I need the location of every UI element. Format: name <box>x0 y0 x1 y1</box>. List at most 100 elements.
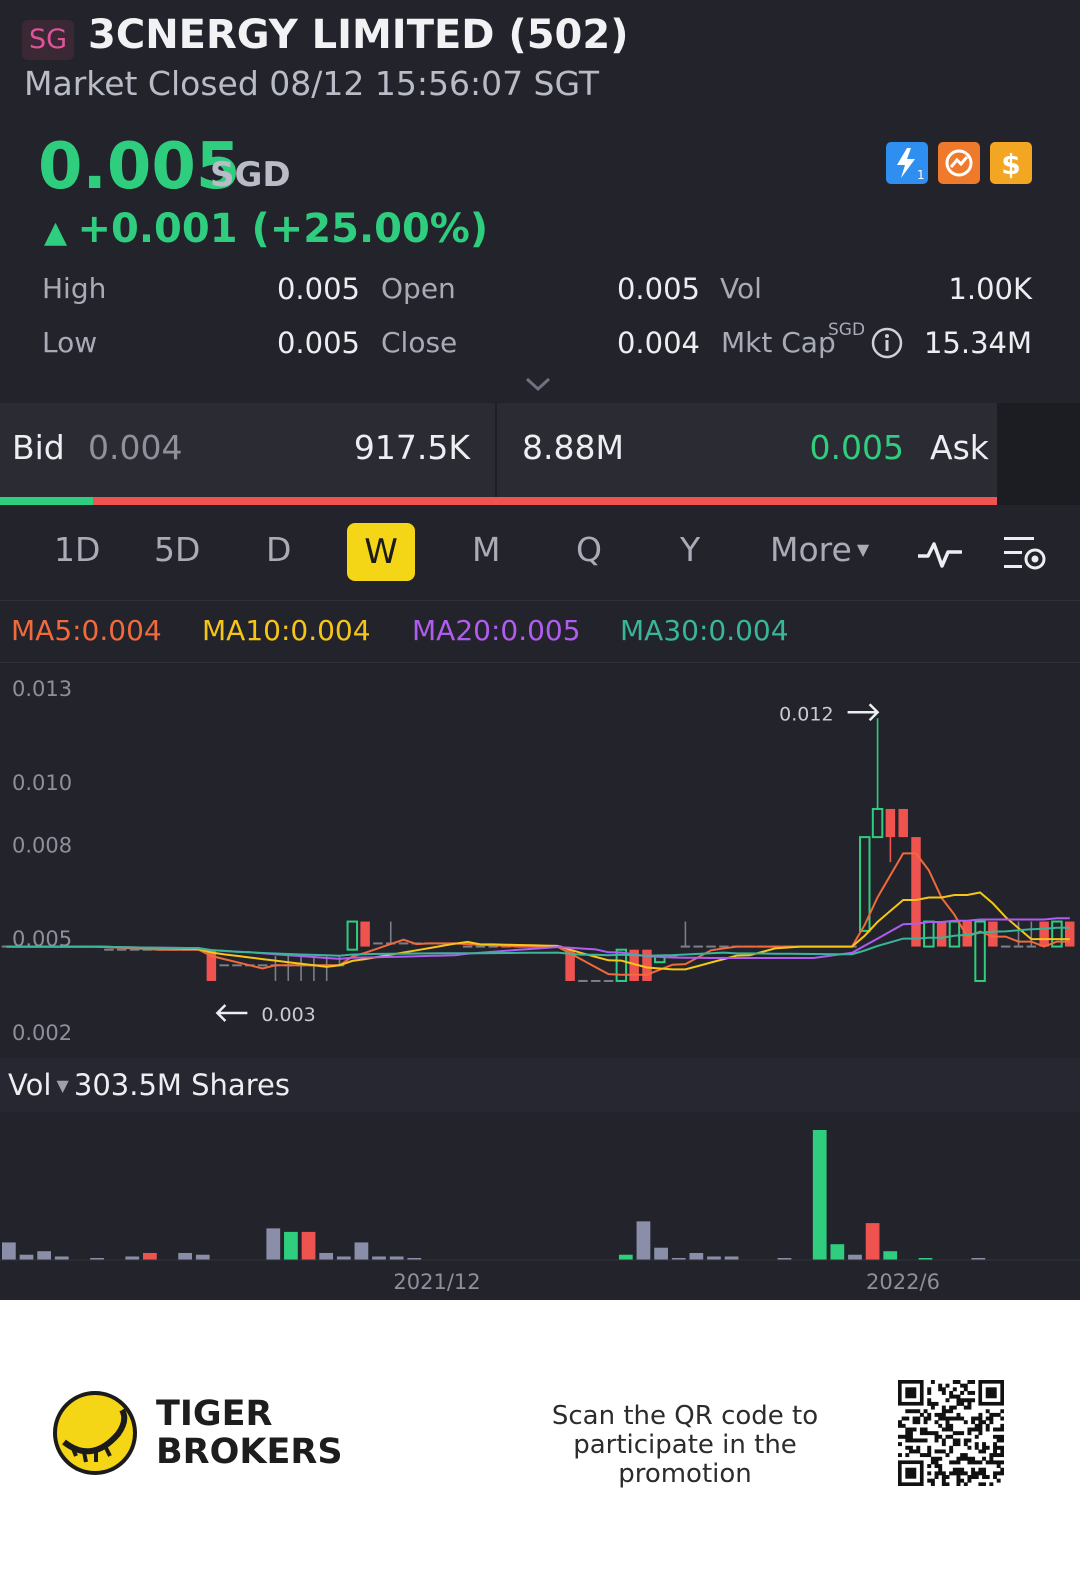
tab-more[interactable]: More ▼ <box>770 530 869 569</box>
tabs-divider <box>0 600 1080 601</box>
volume-chart[interactable]: 2021/12 2022/6 <box>0 1112 1080 1300</box>
qr-module <box>908 1449 913 1454</box>
info-icon[interactable] <box>870 326 904 360</box>
tab-d[interactable]: D <box>266 530 291 569</box>
qr-module <box>971 1456 976 1461</box>
tab-y[interactable]: Y <box>680 530 700 569</box>
qr-module <box>908 1427 913 1432</box>
candle-body <box>936 921 947 947</box>
qr-module <box>978 1427 983 1432</box>
qr-module <box>956 1456 961 1461</box>
vol-value: 1.00K <box>948 272 1032 306</box>
tab-m[interactable]: M <box>472 530 500 569</box>
qr-module <box>985 1409 990 1414</box>
ask-price: 0.005 <box>809 428 904 467</box>
tab-w[interactable]: W <box>347 523 415 581</box>
qr-module <box>927 1431 932 1436</box>
y-tick-label: 0.013 <box>12 677 72 701</box>
candlestick-chart[interactable]: 0.0130.0100.0080.0050.0020.0120.003 <box>0 663 1080 1057</box>
chart-settings-icon[interactable] <box>1002 534 1050 574</box>
qr-module <box>967 1380 972 1384</box>
qr-module <box>938 1423 943 1428</box>
qr-module <box>993 1453 997 1458</box>
qr-module <box>941 1482 946 1486</box>
qr-module <box>912 1427 917 1432</box>
volume-header-label[interactable]: Vol ▼ 303.5M Shares <box>8 1068 290 1102</box>
tab-q[interactable]: Q <box>576 530 602 569</box>
qr-module <box>901 1434 906 1439</box>
qr-code[interactable] <box>898 1380 1004 1486</box>
qr-module <box>945 1482 950 1486</box>
qr-module <box>996 1412 1001 1417</box>
scan-line-1: Scan the QR code to <box>551 1401 819 1431</box>
ma30-label: MA30:0.004 <box>620 614 789 647</box>
qr-module <box>934 1471 939 1476</box>
qr-module <box>938 1464 943 1469</box>
qr-module <box>993 1449 997 1454</box>
qr-module <box>956 1438 961 1443</box>
qr-module <box>971 1460 976 1465</box>
qr-module <box>963 1471 968 1476</box>
volume-bar <box>301 1231 316 1260</box>
qr-module <box>945 1423 950 1428</box>
mktcap-value: 15.34M <box>923 326 1032 360</box>
open-label: Open <box>381 272 456 305</box>
svg-text:1: 1 <box>917 168 925 182</box>
qr-module <box>923 1453 928 1458</box>
volume-bar <box>266 1228 281 1260</box>
qr-module <box>941 1412 946 1417</box>
market-badge: SG <box>22 20 74 60</box>
qr-module <box>930 1431 935 1436</box>
qr-module <box>934 1456 939 1461</box>
volume-bar <box>125 1256 140 1260</box>
qr-module <box>927 1412 932 1417</box>
open-value: 0.005 <box>616 272 700 306</box>
qr-module <box>908 1438 913 1443</box>
qr-module <box>985 1427 990 1432</box>
qr-module <box>945 1434 950 1439</box>
qr-module <box>919 1453 924 1458</box>
qr-module <box>956 1416 961 1421</box>
qr-module <box>905 1427 910 1432</box>
qr-module <box>960 1390 965 1395</box>
qr-finder-center <box>905 1387 917 1399</box>
qr-module <box>930 1405 935 1410</box>
qr-module <box>927 1471 932 1476</box>
volume-bar <box>812 1130 827 1260</box>
qr-module <box>1000 1409 1004 1414</box>
volume-bar <box>724 1256 739 1260</box>
qr-module <box>949 1445 954 1450</box>
indicator-icon[interactable] <box>916 536 964 572</box>
dollar-icon[interactable]: $ <box>990 142 1032 184</box>
volume-bar <box>865 1223 880 1260</box>
lightning-icon[interactable]: 1 <box>886 142 928 184</box>
volume-bar <box>54 1256 69 1260</box>
svg-text:$: $ <box>1001 148 1020 181</box>
qr-module <box>956 1471 961 1476</box>
qr-module <box>978 1467 983 1472</box>
qr-module <box>912 1438 917 1443</box>
tab-1d[interactable]: 1D <box>54 530 100 569</box>
tab-5d[interactable]: 5D <box>154 530 200 569</box>
qr-module <box>898 1434 902 1439</box>
qr-module <box>1000 1445 1004 1450</box>
qr-module <box>941 1390 946 1395</box>
qr-module <box>971 1380 976 1384</box>
qr-module <box>938 1471 943 1476</box>
trade-icon[interactable] <box>938 142 980 184</box>
qr-module <box>974 1416 979 1421</box>
qr-module <box>941 1478 946 1483</box>
qr-module <box>978 1420 983 1425</box>
qr-module <box>952 1460 957 1465</box>
close-label: Close <box>381 326 458 359</box>
price-change: ▲ +0.001 (+25.00%) <box>44 206 488 252</box>
qr-module <box>967 1478 972 1483</box>
chevron-down-icon[interactable] <box>524 374 552 394</box>
stock-detail-screen: SG 3CNERGY LIMITED (502) Market Closed 0… <box>0 0 1080 1300</box>
qr-module <box>963 1387 968 1392</box>
qr-module <box>982 1471 987 1476</box>
qr-module <box>949 1394 954 1399</box>
qr-module <box>974 1434 979 1439</box>
max-price-label: 0.012 <box>779 703 833 725</box>
ma10-label: MA10:0.004 <box>202 614 371 647</box>
